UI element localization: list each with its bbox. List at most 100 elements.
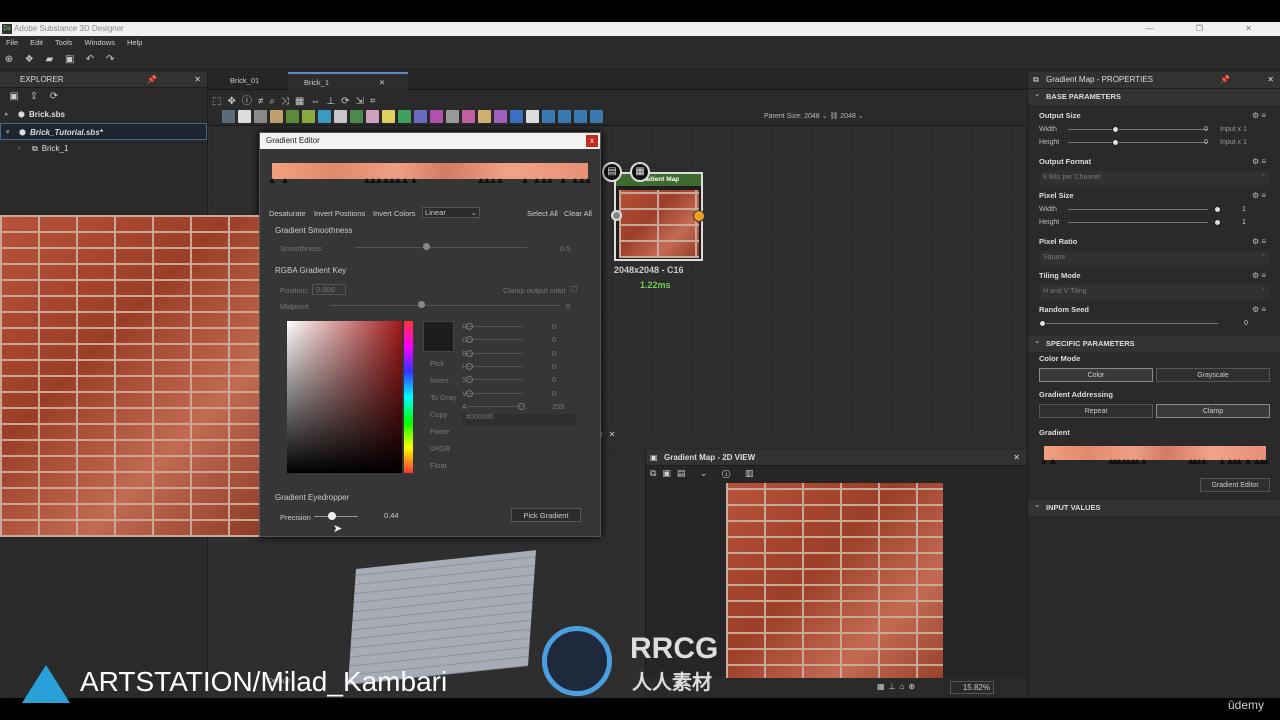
slider-knob[interactable] bbox=[423, 243, 430, 250]
tree-item-brick-sbs[interactable]: ▸ ⬢ Brick.sbs bbox=[0, 106, 207, 123]
gradient-map-node[interactable]: Gradient Map bbox=[614, 172, 703, 261]
color-picker-area[interactable] bbox=[287, 321, 402, 473]
gradient-key-marker[interactable] bbox=[370, 178, 377, 183]
menu-edit[interactable]: Edit bbox=[24, 36, 49, 50]
node-icon[interactable] bbox=[414, 110, 427, 123]
tab-brick-1[interactable]: Brick_1 ✕ bbox=[288, 72, 408, 90]
gradient-key-marker[interactable] bbox=[547, 178, 554, 183]
param-settings-icon[interactable]: ⚙ ≡ bbox=[1252, 235, 1266, 249]
node-icon[interactable] bbox=[558, 110, 571, 123]
gradient-key-marker[interactable] bbox=[1134, 459, 1141, 464]
node-icon[interactable] bbox=[254, 110, 267, 123]
gradient-key-marker[interactable] bbox=[496, 178, 503, 183]
new-graph-icon[interactable]: ⊕ bbox=[2, 53, 16, 67]
param-settings-icon[interactable]: ⚙ ≡ bbox=[1252, 303, 1266, 317]
close-icon[interactable]: ✕ bbox=[1013, 450, 1020, 466]
gradient-key-marker[interactable] bbox=[578, 178, 585, 183]
node-doc-icon[interactable]: ▤ bbox=[602, 162, 622, 182]
gradient-key-marker[interactable] bbox=[269, 178, 275, 183]
tab-close-icon[interactable]: ✕ bbox=[379, 78, 385, 87]
slider-knob[interactable] bbox=[466, 376, 473, 384]
gradient-key-marker[interactable] bbox=[382, 178, 389, 183]
position-input[interactable]: 0.000 bbox=[312, 284, 346, 295]
select-all-button[interactable]: Select All bbox=[527, 209, 558, 218]
param-settings-icon[interactable]: ⚙ ≡ bbox=[1252, 269, 1266, 283]
gradient-bar[interactable] bbox=[269, 163, 591, 183]
close-icon[interactable]: ✕ bbox=[194, 72, 201, 88]
save-icon[interactable]: ▣ bbox=[7, 90, 21, 104]
picker-pick-button[interactable]: Pick bbox=[430, 359, 444, 368]
node-output-connector[interactable] bbox=[693, 210, 705, 222]
gradient-key-marker[interactable] bbox=[585, 178, 591, 183]
pin-icon[interactable]: 📌 bbox=[1220, 72, 1230, 88]
specific-parameters-section[interactable]: SPECIFIC PARAMETERS bbox=[1028, 333, 1280, 352]
gradient-key-marker[interactable] bbox=[572, 178, 579, 183]
window-controls[interactable]: — ❐ ✕ bbox=[1146, 22, 1272, 36]
picker-paste-button[interactable]: Paste bbox=[430, 427, 449, 436]
gradient-key-marker[interactable] bbox=[534, 178, 541, 183]
gradient-key-marker[interactable] bbox=[483, 178, 490, 183]
menu-windows[interactable]: Windows bbox=[79, 36, 121, 50]
slider-knob[interactable] bbox=[1112, 126, 1119, 133]
node-icon[interactable] bbox=[542, 110, 555, 123]
invert-colors-button[interactable]: Invert Colors bbox=[373, 209, 416, 218]
gradient-key-marker[interactable] bbox=[477, 178, 484, 183]
clamp-checkbox[interactable]: ☐ bbox=[571, 285, 578, 294]
node-icon[interactable] bbox=[382, 110, 395, 123]
gradient-key-marker[interactable] bbox=[1200, 459, 1207, 464]
menu-help[interactable]: Help bbox=[121, 36, 148, 50]
tiling-mode-select[interactable]: H and V Tiling bbox=[1040, 282, 1270, 299]
output-format-select[interactable]: 8 Bits per Channel bbox=[1040, 168, 1270, 185]
gradient-key-marker[interactable] bbox=[1218, 459, 1225, 464]
pick-gradient-button[interactable]: Pick Gradient bbox=[511, 508, 581, 522]
color-mode-color-button[interactable]: Color bbox=[1039, 368, 1153, 382]
gradient-key-marker[interactable] bbox=[1049, 459, 1056, 464]
node-icon[interactable] bbox=[318, 110, 331, 123]
gradient-key-marker[interactable] bbox=[1263, 459, 1269, 464]
channel-b-slider[interactable] bbox=[468, 352, 523, 354]
node-icon[interactable] bbox=[590, 110, 603, 123]
channel-g-slider[interactable] bbox=[468, 339, 523, 341]
node-icon[interactable] bbox=[478, 110, 491, 123]
param-settings-icon[interactable]: ⚙ ≡ bbox=[1252, 109, 1266, 123]
tree-item-brick-1[interactable]: › ⧉ Brick_1 bbox=[0, 140, 207, 157]
picker-float-button[interactable]: Float bbox=[430, 461, 447, 470]
link-icon[interactable]: ⇪ bbox=[27, 90, 41, 104]
random-seed-slider[interactable]: 0 bbox=[1028, 317, 1280, 330]
gradient-key-marker[interactable] bbox=[1245, 459, 1252, 464]
menu-tools[interactable]: Tools bbox=[49, 36, 79, 50]
output-height-slider[interactable]: Height 0 Input x 1 bbox=[1028, 136, 1280, 149]
redo-icon[interactable]: ↷ bbox=[103, 53, 117, 67]
node-icon[interactable] bbox=[350, 110, 363, 123]
gradient-key-marker[interactable] bbox=[1236, 459, 1243, 464]
node-icon[interactable] bbox=[462, 110, 475, 123]
slider-knob[interactable] bbox=[466, 336, 473, 344]
gradient-keys[interactable] bbox=[1041, 459, 1269, 465]
undo-icon[interactable]: ↶ bbox=[83, 53, 97, 67]
slider-knob[interactable] bbox=[518, 402, 525, 410]
color-mode-grayscale-button[interactable]: Grayscale bbox=[1156, 368, 1270, 382]
node-checker-icon[interactable]: ▦ bbox=[630, 162, 650, 182]
gradient-keys[interactable] bbox=[269, 178, 591, 184]
node-icon[interactable] bbox=[334, 110, 347, 123]
output-width-slider[interactable]: Width 0 Input x 1 bbox=[1028, 123, 1280, 136]
gradient-key-marker[interactable] bbox=[376, 178, 383, 183]
slider-knob[interactable] bbox=[466, 362, 473, 370]
gradient-key-marker[interactable] bbox=[389, 178, 396, 183]
channel-a-slider[interactable] bbox=[468, 405, 523, 407]
pixel-ratio-select[interactable]: Square bbox=[1040, 248, 1270, 265]
tree-item-brick-tutorial[interactable]: ▾ ⬢ Brick_Tutorial.sbs* bbox=[0, 123, 207, 140]
gradient-key-marker[interactable] bbox=[401, 178, 408, 183]
node-icon[interactable] bbox=[302, 110, 315, 123]
channel-s-slider[interactable] bbox=[468, 379, 523, 381]
slider-knob[interactable] bbox=[328, 512, 336, 520]
tab-brick-01[interactable]: Brick_01 bbox=[214, 72, 286, 90]
size-select[interactable]: 2048 bbox=[840, 113, 856, 120]
link-icon[interactable]: ⛓ bbox=[829, 113, 838, 120]
slider-knob[interactable] bbox=[466, 349, 473, 357]
gradient-editor-button[interactable]: Gradient Editor bbox=[1200, 478, 1270, 492]
param-settings-icon[interactable]: ⚙ ≡ bbox=[1252, 189, 1266, 203]
dialog-close-button[interactable]: x bbox=[586, 135, 598, 147]
gradient-key-marker[interactable] bbox=[540, 178, 547, 183]
param-settings-icon[interactable]: ⚙ ≡ bbox=[1252, 155, 1266, 169]
